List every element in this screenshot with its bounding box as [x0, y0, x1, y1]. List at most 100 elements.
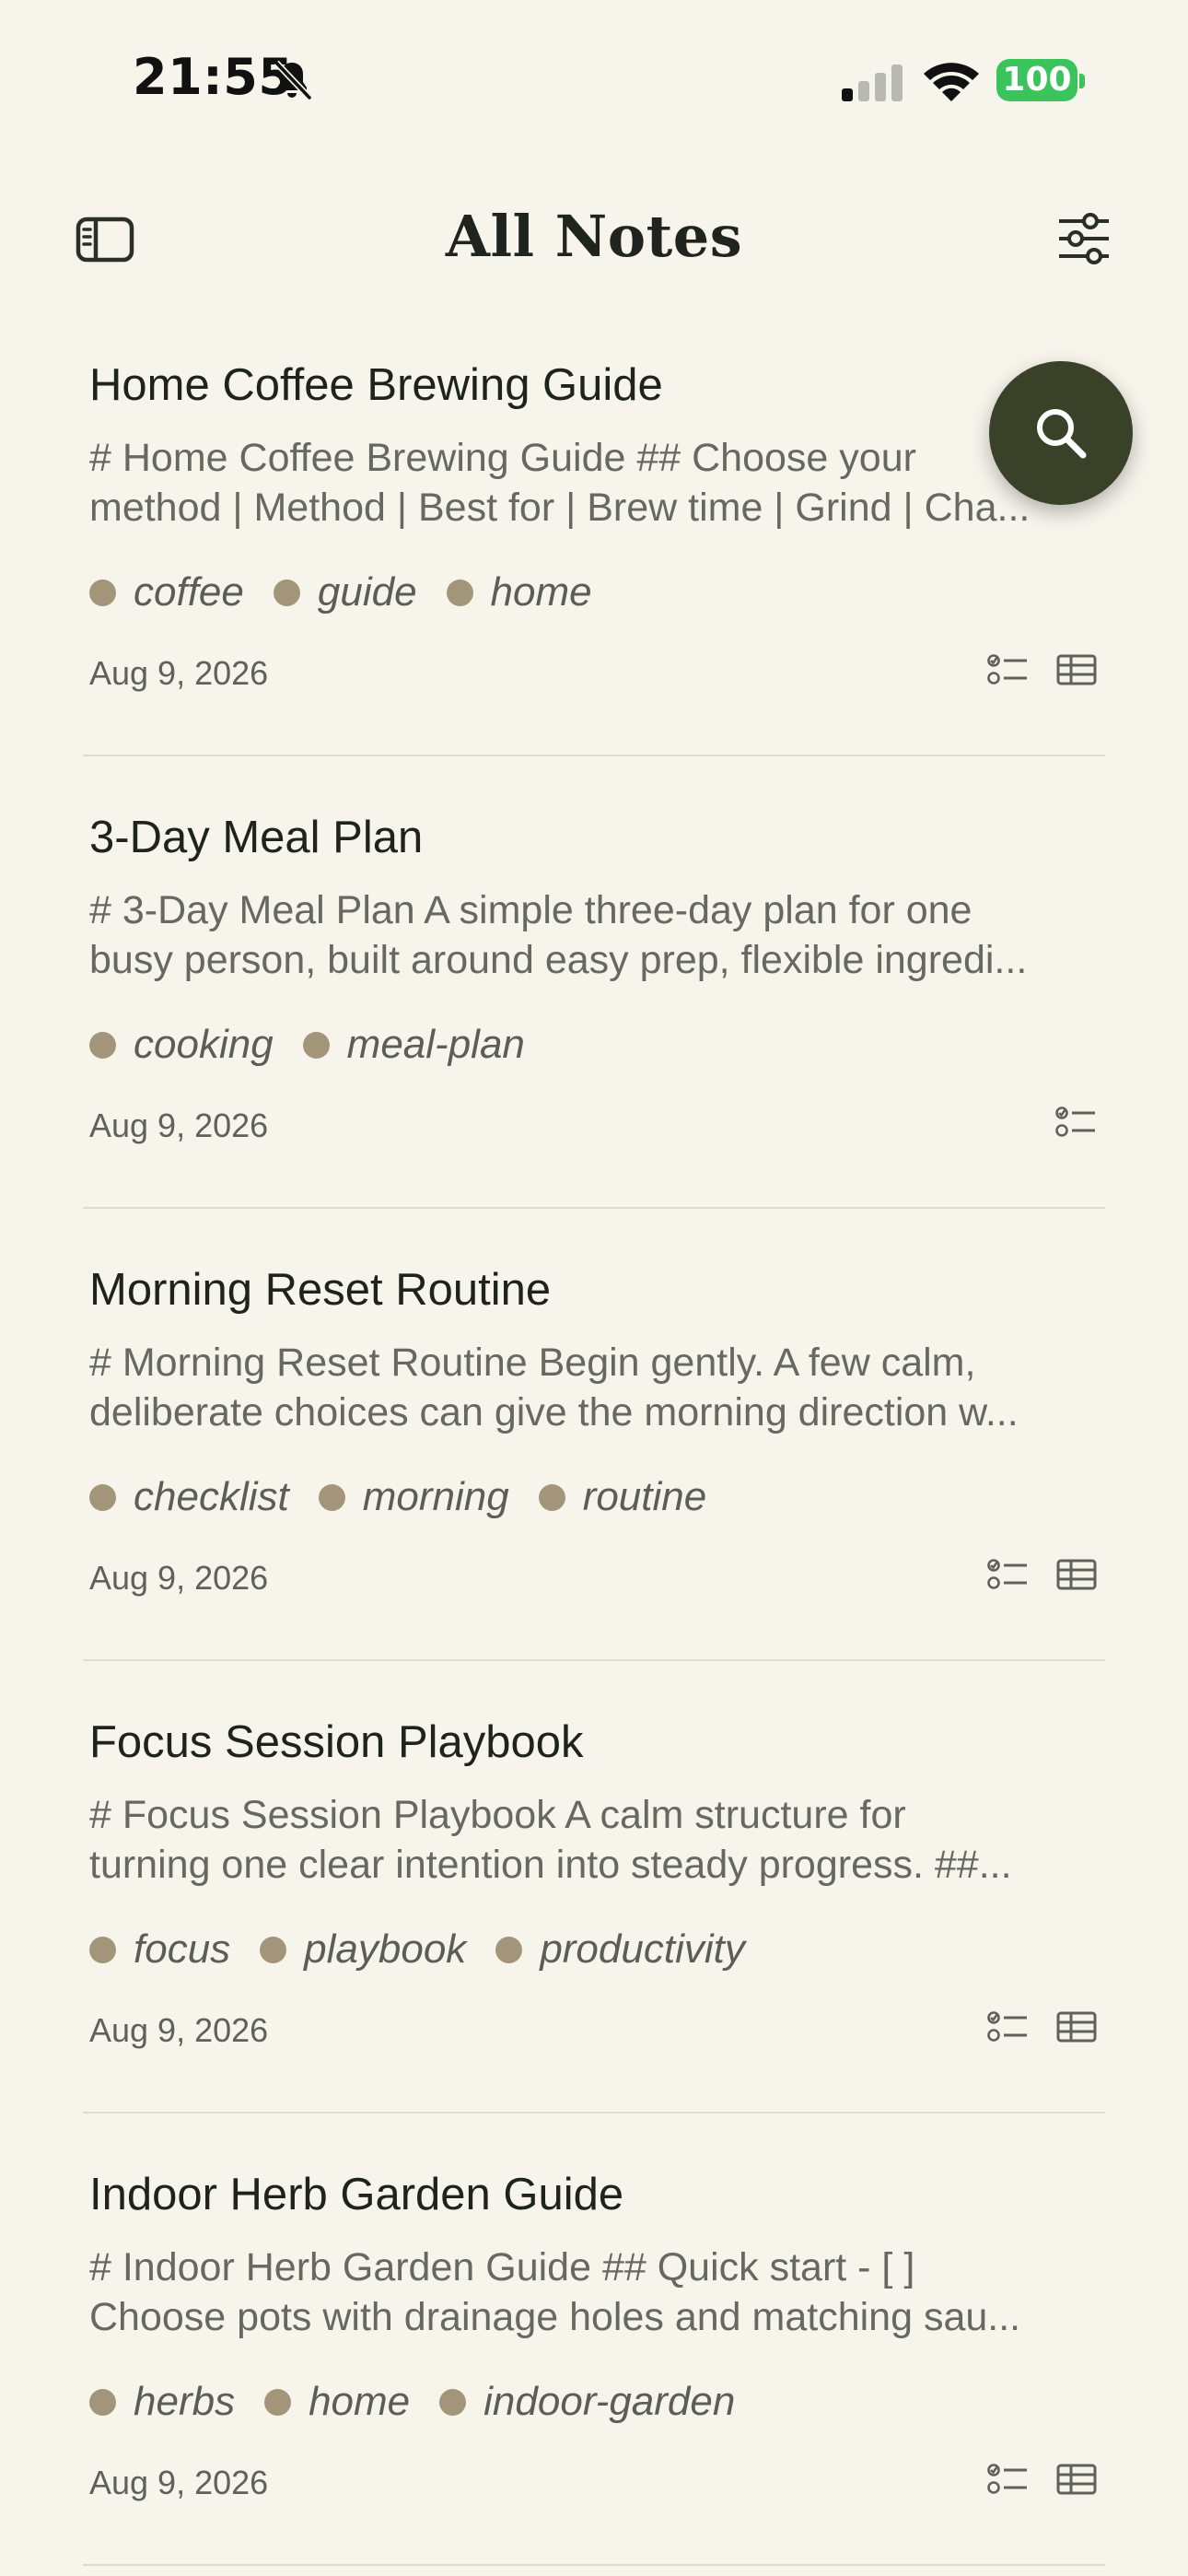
note-preview-line: # Focus Session Playbook A calm structur…	[89, 1793, 906, 1837]
battery-level: 100	[996, 59, 1077, 101]
tag-label: focus	[134, 1926, 231, 1972]
tag-dot	[302, 1031, 330, 1059]
status-bar: 21:55 100	[0, 0, 1188, 157]
note-preview-line: # 3-Day Meal Plan A simple three-day pla…	[89, 888, 973, 932]
note-title: 3-Day Meal Plan	[89, 813, 424, 862]
note-date: Aug 9, 2026	[89, 1107, 269, 1144]
note-tags: coffee guide home	[89, 569, 622, 615]
bell-slash-icon	[274, 60, 312, 100]
note-date: Aug 9, 2026	[89, 2011, 269, 2049]
cellular-signal-icon	[842, 64, 903, 101]
tag[interactable]: cooking	[89, 1022, 274, 1068]
note-tags: herbs home indoor-garden	[89, 2379, 764, 2425]
tag-dot	[264, 2388, 292, 2416]
note-preview: # Indoor Herb Garden Guide ## Quick star…	[89, 2242, 1098, 2342]
note-title: Focus Session Playbook	[89, 1717, 584, 1767]
tag-dot	[89, 1031, 116, 1059]
note-preview: # Morning Reset Routine Begin gently. A …	[89, 1338, 1098, 1437]
note-content-icons	[961, 652, 1098, 687]
note-card[interactable]: Indoor Herb Garden Guide # Indoor Herb Ga…	[0, 2113, 1188, 2566]
checklist-icon	[987, 654, 1027, 685]
tag[interactable]: productivity	[495, 1926, 745, 1973]
notes-list: Home Coffee Brewing Guide # Home Coffee B…	[0, 304, 1188, 2566]
note-title: Home Coffee Brewing Guide	[89, 360, 663, 410]
tag-dot	[89, 579, 116, 606]
note-preview: # Home Coffee Brewing Guide ## Choose yo…	[89, 433, 1098, 533]
tag-label: cooking	[134, 1022, 274, 1067]
note-title: Morning Reset Routine	[89, 1265, 552, 1315]
tag-label: guide	[317, 569, 417, 615]
navigation-bar: All Notes	[0, 184, 1188, 295]
note-card[interactable]: 3-Day Meal Plan # 3-Day Meal Plan A simpl…	[0, 756, 1188, 1209]
note-card[interactable]: Home Coffee Brewing Guide # Home Coffee B…	[0, 304, 1188, 756]
note-preview-line: # Morning Reset Routine Begin gently. A …	[89, 1341, 976, 1385]
tag[interactable]: indoor-garden	[439, 2379, 735, 2425]
tag[interactable]: meal-plan	[302, 1022, 525, 1068]
note-title: Indoor Herb Garden Guide	[89, 2170, 624, 2219]
note-tags: cooking meal-plan	[89, 1022, 554, 1068]
tag-dot	[538, 1483, 565, 1511]
table-icon	[1056, 1559, 1097, 1590]
table-icon	[1056, 2011, 1097, 2043]
note-content-icons	[961, 2009, 1098, 2044]
tag-label: home	[309, 2379, 411, 2424]
wifi-icon	[924, 63, 979, 101]
note-date: Aug 9, 2026	[89, 654, 269, 692]
note-preview-line: turning one clear intention into steady …	[89, 1843, 1012, 1887]
note-tags: checklist morning routine	[89, 1474, 736, 1520]
tag[interactable]: morning	[318, 1474, 509, 1520]
checklist-icon	[987, 2011, 1027, 2042]
note-date: Aug 9, 2026	[89, 1559, 269, 1597]
note-date: Aug 9, 2026	[89, 2464, 269, 2501]
tag-dot	[273, 579, 300, 606]
tag-label: playbook	[304, 1926, 467, 1972]
divider	[83, 2564, 1105, 2566]
tag-dot	[446, 579, 473, 606]
note-content-icons	[1030, 1105, 1098, 1140]
tag-dot	[89, 1483, 116, 1511]
note-preview-line: Choose pots with drainage holes and matc…	[89, 2295, 1021, 2339]
sliders-icon[interactable]	[1054, 208, 1114, 269]
tag[interactable]: herbs	[89, 2379, 235, 2425]
note-preview-line: # Indoor Herb Garden Guide ## Quick star…	[89, 2245, 915, 2289]
note-preview-line: busy person, built around easy prep, fle…	[89, 938, 1028, 982]
note-preview-line: # Home Coffee Brewing Guide ## Choose yo…	[89, 436, 916, 480]
tag-label: checklist	[134, 1474, 289, 1519]
tag-label: home	[490, 569, 592, 615]
tag[interactable]: guide	[273, 569, 417, 615]
tag[interactable]: routine	[538, 1474, 707, 1520]
tag-dot	[260, 1936, 287, 1963]
table-icon	[1056, 654, 1097, 685]
tag-label: indoor-garden	[483, 2379, 736, 2424]
note-card[interactable]: Focus Session Playbook # Focus Session Pl…	[0, 1661, 1188, 2113]
note-preview-line: deliberate choices can give the morning …	[89, 1390, 1019, 1434]
tag[interactable]: home	[264, 2379, 410, 2425]
tag-dot	[495, 1936, 523, 1963]
tag-label: coffee	[134, 569, 244, 615]
note-tags: focus playbook productivity	[89, 1926, 775, 1973]
note-preview: # Focus Session Playbook A calm structur…	[89, 1790, 1098, 1890]
tag[interactable]: coffee	[89, 569, 244, 615]
search-icon	[1037, 409, 1087, 459]
note-preview-line: method | Method | Best for | Brew time |…	[89, 486, 1031, 530]
tag[interactable]: home	[446, 569, 592, 615]
checklist-icon	[987, 2464, 1027, 2494]
search-button[interactable]	[989, 361, 1133, 505]
tag-label: meal-plan	[346, 1022, 525, 1067]
note-preview: # 3-Day Meal Plan A simple three-day pla…	[89, 885, 1098, 985]
tag[interactable]: playbook	[260, 1926, 466, 1973]
note-content-icons	[961, 1557, 1098, 1592]
tag-label: routine	[582, 1474, 707, 1519]
battery-indicator: 100	[996, 59, 1087, 103]
tag-dot	[89, 2388, 116, 2416]
tag-label: morning	[362, 1474, 509, 1519]
battery-tip	[1079, 74, 1085, 88]
tag[interactable]: checklist	[89, 1474, 289, 1520]
checklist-icon	[987, 1559, 1027, 1589]
tag-dot	[318, 1483, 345, 1511]
tag-dot	[89, 1936, 116, 1963]
tag[interactable]: focus	[89, 1926, 230, 1973]
note-card[interactable]: Morning Reset Routine # Morning Reset Rou…	[0, 1209, 1188, 1661]
tag-label: herbs	[134, 2379, 236, 2424]
table-icon	[1056, 2464, 1097, 2495]
